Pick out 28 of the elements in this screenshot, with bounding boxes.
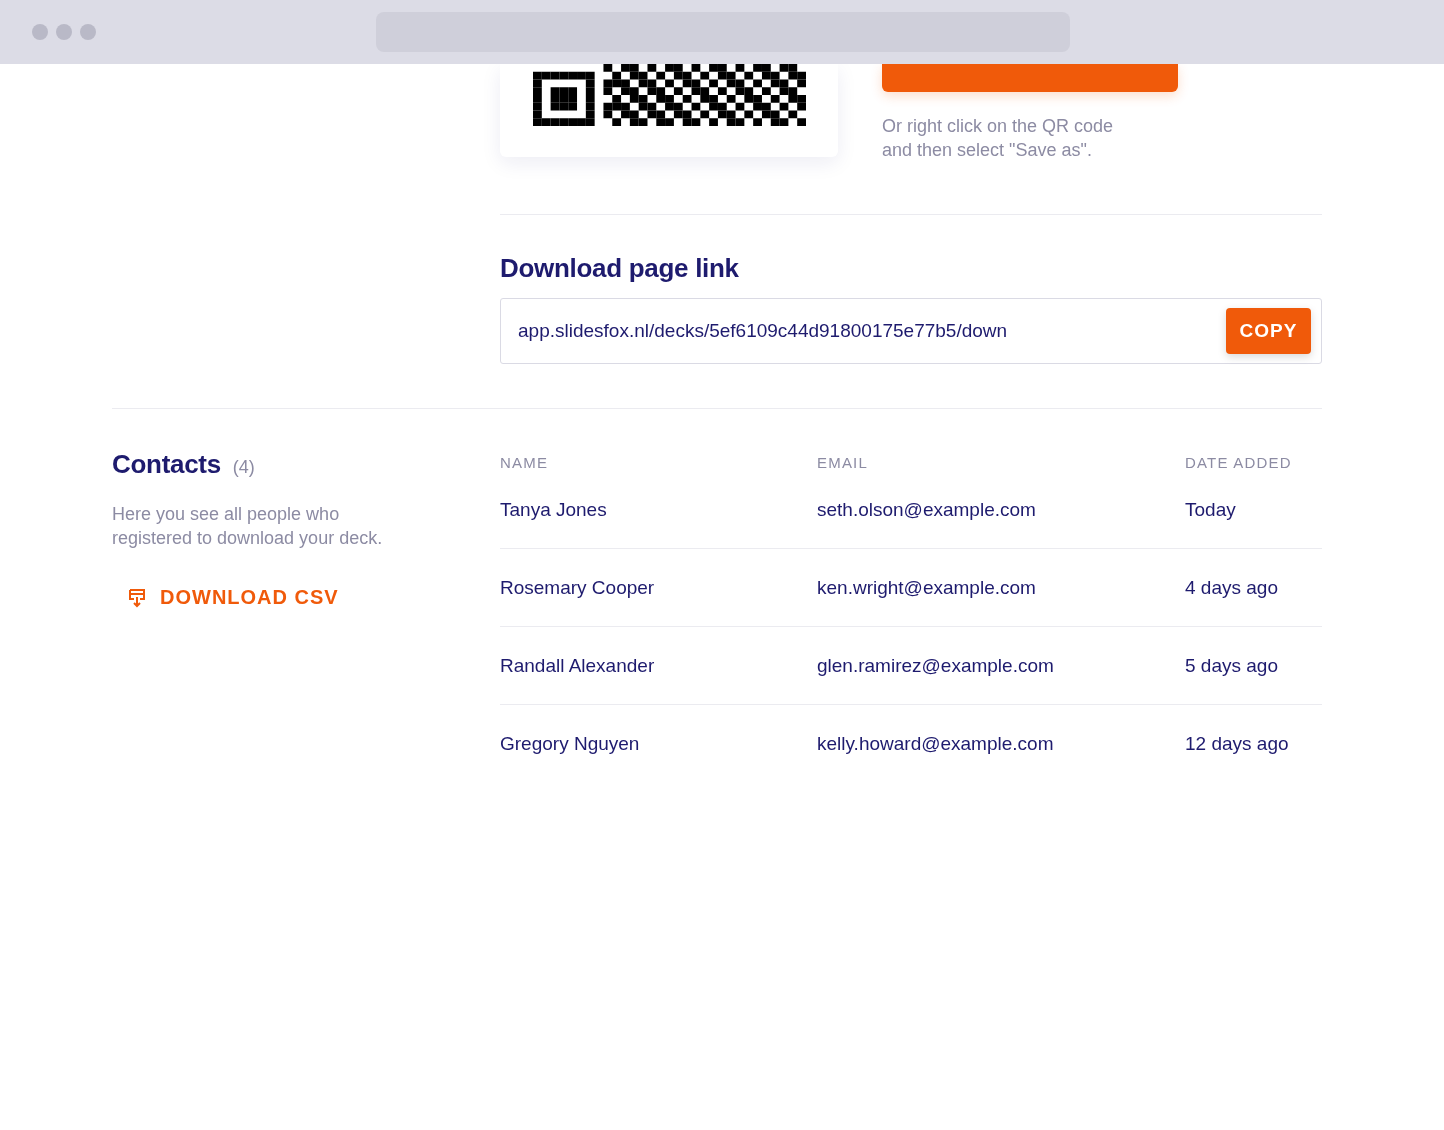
table-cell-text: kelly.howard@example.com [817,733,1055,755]
download-icon [128,587,146,608]
window-control-icon[interactable] [56,24,72,40]
column-header: NAME [500,454,550,471]
column-header: DATE ADDED [1185,454,1293,471]
table-cell-text: ken.wright@example.com [817,576,1037,599]
copy-button[interactable]: COPY [1226,308,1311,354]
table-cell-text: Gregory Nguyen [500,733,641,755]
table-cell-text: Randall Alexander [500,654,656,677]
window-control-icon[interactable] [80,24,96,40]
table-cell-text: glen.ramirez@example.com [817,654,1055,677]
download-csv-button[interactable]: DOWNLOAD CSV [128,586,339,609]
section-title: Download page link [500,253,740,284]
table-cell-text: 4 days ago [1185,576,1279,599]
section-title: Contacts [112,449,221,480]
table-cell-text: Tanya Jones [500,498,608,521]
table-cell-text: Rosemary Cooper [500,576,656,599]
help-text: Or right click on the QR code and then select "Save as". [882,115,1115,162]
contact-count: (4) [232,457,255,478]
table-cell-text: 5 days ago [1185,654,1279,677]
table-cell-text: 12 days ago [1185,733,1290,755]
button[interactable] [882,64,1178,92]
window-control-icon[interactable] [32,24,48,40]
table-cell-text: Today [1185,498,1237,521]
link-field[interactable]: app.slidesfox.nl/decks/5ef6109c44d91800175e77b5/down COPY [500,298,1322,364]
description: Here you see all people who registered to download your deck. [112,503,384,550]
table-cell-text: seth.olson@example.com [817,498,1037,521]
column-header: EMAIL [817,454,869,471]
